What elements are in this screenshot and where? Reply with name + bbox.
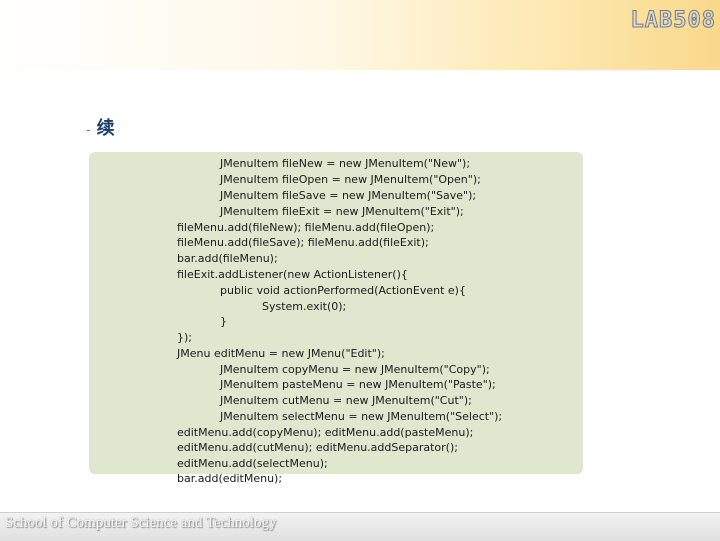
code-line: JMenuItem selectMenu = new JMenuItem("Se… (220, 410, 503, 423)
code-line: fileMenu.add(fileNew); fileMenu.add(file… (177, 221, 435, 234)
code-line: JMenuItem fileOpen = new JMenuItem("Open… (220, 173, 481, 186)
code-line: }); (177, 331, 192, 344)
code-line: JMenu editMenu = new JMenu("Edit"); (177, 347, 385, 360)
header-gradient (0, 0, 720, 70)
code-line: bar.add(editMenu); (177, 472, 283, 485)
code-line: JMenuItem copyMenu = new JMenuItem("Copy… (220, 363, 490, 376)
code-line: editMenu.add(selectMenu); (177, 457, 328, 470)
code-line: bar.add(fileMenu); (177, 252, 278, 265)
code-line: editMenu.add(copyMenu); editMenu.add(pas… (177, 426, 474, 439)
lab-logo: LAB508 (630, 8, 716, 34)
code-line: fileMenu.add(fileSave); fileMenu.add(fil… (177, 236, 429, 249)
code-block: JMenuItem fileNew = new JMenuItem("New")… (89, 152, 583, 485)
code-line: JMenuItem cutMenu = new JMenuItem("Cut")… (220, 394, 472, 407)
code-line: System.exit(0); (262, 300, 347, 313)
code-line: editMenu.add(cutMenu); editMenu.addSepar… (177, 441, 458, 454)
code-line: } (220, 315, 227, 328)
code-line: JMenuItem fileExit = new JMenuItem("Exit… (220, 205, 464, 218)
code-line: public void actionPerformed(ActionEvent … (220, 284, 466, 297)
bullet-marker: - (86, 121, 91, 137)
slide-heading: -续 (86, 114, 115, 140)
footer-school-name: School of Computer Science and Technolog… (5, 515, 277, 531)
code-line: JMenuItem fileSave = new JMenuItem("Save… (220, 189, 477, 202)
code-line: JMenuItem pasteMenu = new JMenuItem("Pas… (220, 378, 496, 391)
code-line: fileExit.addListener(new ActionListener(… (177, 268, 408, 281)
code-line: JMenuItem fileNew = new JMenuItem("New")… (220, 157, 471, 170)
heading-text: 续 (96, 118, 115, 138)
